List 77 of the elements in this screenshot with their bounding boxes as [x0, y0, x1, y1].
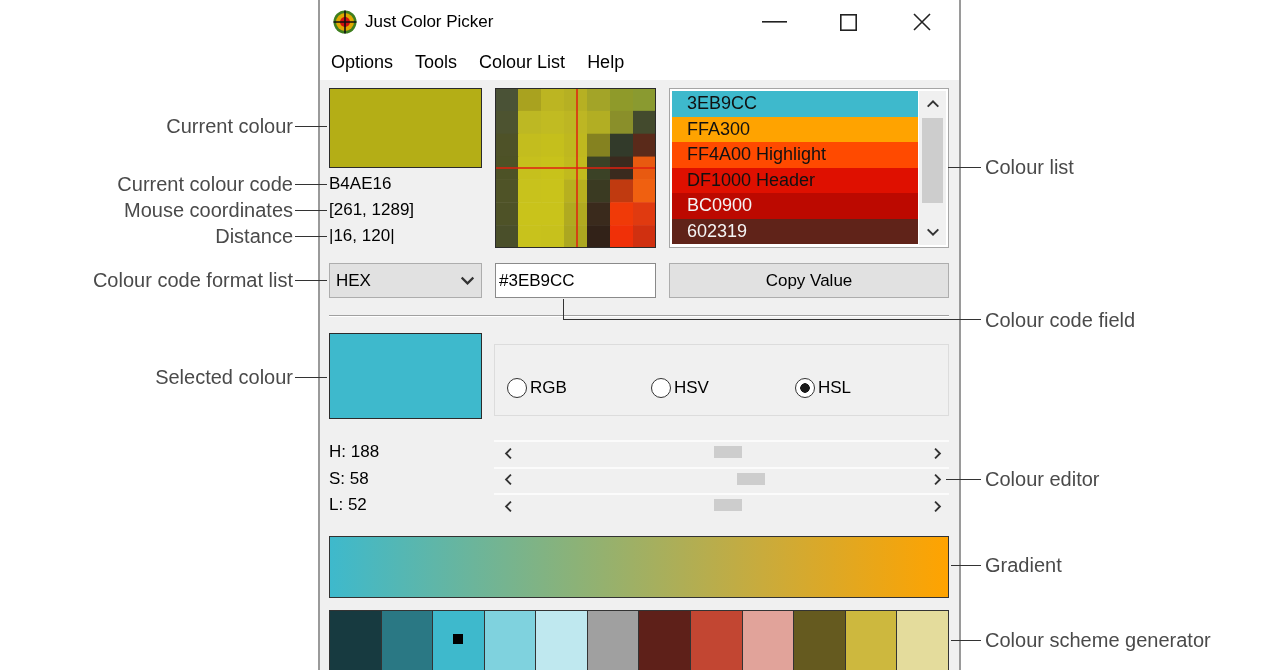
callout-label: Colour editor — [985, 467, 1100, 491]
chevron-left-icon[interactable] — [503, 500, 514, 512]
menu-item[interactable]: Options — [320, 49, 405, 75]
colour-swatch[interactable] — [691, 610, 743, 670]
leader-line — [295, 235, 327, 237]
chevron-down-icon — [461, 274, 474, 287]
callout-label: Current colour code — [117, 172, 293, 196]
palette-entry[interactable]: DF1000 Header — [672, 167, 918, 193]
chevron-down-icon[interactable] — [926, 226, 939, 238]
slider-label: L: 52 — [329, 495, 367, 516]
callout-label: Selected colour — [155, 365, 293, 389]
callout-label: Colour scheme generator — [985, 628, 1211, 652]
leader-line — [951, 639, 981, 641]
callout-label: Distance — [215, 224, 293, 248]
leader-line — [295, 183, 327, 185]
leader-line — [295, 209, 327, 211]
hex-value-field[interactable]: #3EB9CC — [495, 263, 656, 298]
leader-line — [948, 166, 981, 168]
leader-line — [946, 478, 981, 480]
palette-entry[interactable]: FFA300 — [672, 116, 918, 142]
chevron-right-icon[interactable] — [932, 474, 943, 486]
scroll-thumb[interactable] — [922, 118, 943, 203]
palette-entry[interactable]: 602319 — [672, 218, 918, 244]
chevron-up-icon[interactable] — [926, 98, 939, 110]
menu-item[interactable]: Help — [576, 49, 636, 75]
chevron-left-icon[interactable] — [503, 447, 514, 459]
colour-swatch[interactable] — [536, 610, 588, 670]
radio-option[interactable]: HSV — [651, 378, 709, 398]
callout-label: Current colour — [166, 114, 293, 138]
palette-entry[interactable]: FF4A00 Highlight — [672, 142, 918, 168]
copy-value-button[interactable]: Copy Value — [669, 263, 949, 298]
format-dropdown[interactable]: HEX — [329, 263, 482, 298]
callout-label: Mouse coordinates — [124, 198, 293, 222]
radio-option[interactable]: RGB — [507, 378, 567, 398]
leader-line — [951, 564, 981, 566]
colour-swatch[interactable] — [639, 610, 692, 670]
palette-entry[interactable]: 3EB9CC — [672, 91, 918, 117]
radio-button[interactable] — [651, 378, 671, 398]
slider-label: S: 58 — [329, 468, 369, 489]
callout-label: Colour code format list — [92, 268, 293, 292]
square-marker-icon — [453, 633, 464, 644]
menu-item[interactable]: Colour List — [468, 49, 577, 75]
slider-label: H: 188 — [329, 442, 380, 463]
colour-swatch[interactable] — [845, 610, 898, 670]
distance-text: |16, 120| — [329, 225, 395, 247]
menu-item[interactable]: Tools — [404, 49, 469, 75]
callout-label: Colour code field — [985, 308, 1136, 332]
chevron-right-icon[interactable] — [932, 447, 943, 459]
palette-entry[interactable]: BC0900 — [672, 193, 918, 219]
colour-swatch[interactable] — [381, 610, 434, 670]
callout-label: Colour list — [985, 155, 1074, 179]
slider-thumb[interactable] — [714, 499, 743, 512]
slider-thumb[interactable] — [737, 472, 766, 485]
chevron-left-icon[interactable] — [503, 474, 514, 486]
colour-swatch[interactable] — [330, 610, 382, 670]
minimize-icon — [761, 21, 787, 23]
colour-swatch[interactable] — [433, 610, 485, 670]
crosshair-icon — [333, 10, 357, 34]
colour-swatch[interactable] — [484, 610, 537, 670]
radio-button[interactable] — [507, 378, 527, 398]
chevron-right-icon[interactable] — [932, 500, 943, 512]
radio-button[interactable] — [795, 378, 815, 398]
leader-line — [295, 376, 327, 378]
coordinates-text: [261, 1289] — [329, 199, 415, 221]
window-title: Just Color Picker — [365, 12, 494, 32]
slider-thumb[interactable] — [714, 446, 743, 459]
colour-swatch[interactable] — [897, 610, 948, 670]
hex-code-text: B4AE16 — [329, 173, 392, 195]
leader-line — [295, 279, 327, 281]
colour-swatch[interactable] — [794, 610, 846, 670]
callout-label: Gradient — [985, 553, 1062, 577]
close-icon — [913, 13, 931, 31]
colour-swatch[interactable] — [742, 610, 795, 670]
colour-swatch[interactable] — [587, 610, 640, 670]
maximize-icon — [839, 13, 857, 31]
radio-option[interactable]: HSL — [795, 378, 852, 398]
leader-line — [295, 125, 327, 127]
